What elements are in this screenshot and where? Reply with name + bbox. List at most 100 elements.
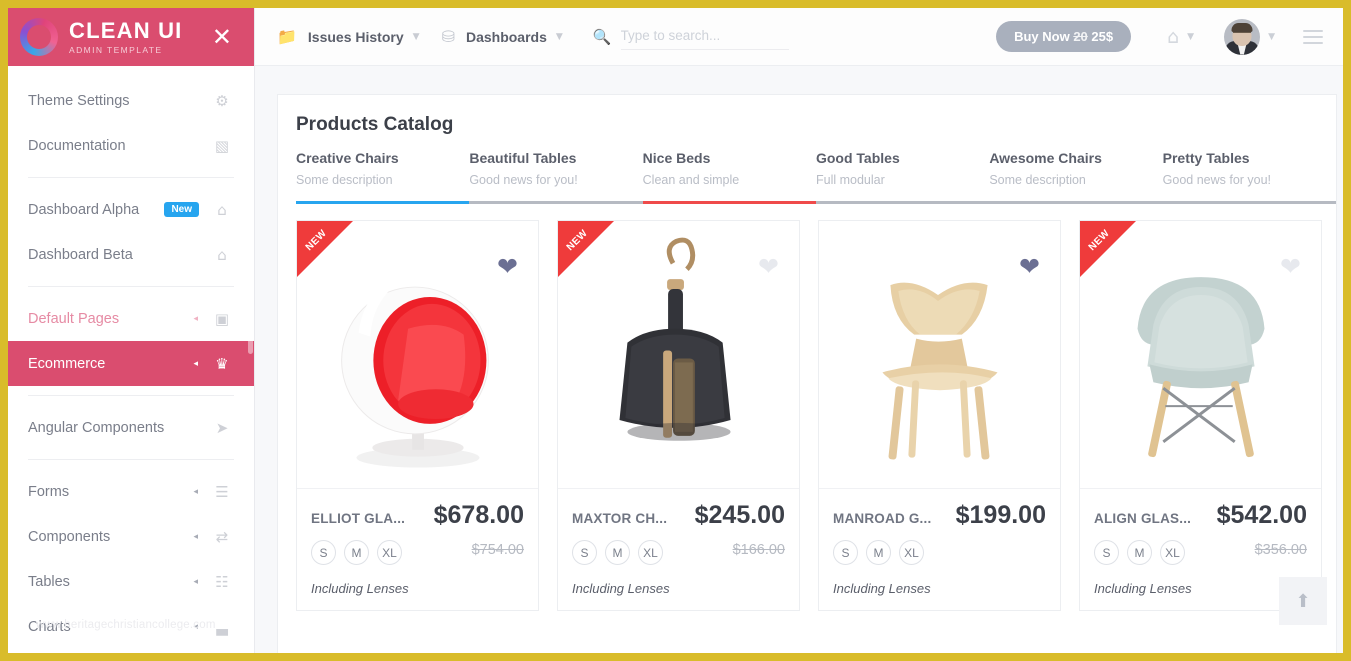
- favorite-heart-icon[interactable]: ❤: [497, 254, 518, 279]
- product-card[interactable]: ❤ MANROAD G... $199.00 S M XL Including Lenses: [818, 220, 1061, 611]
- chevron-left-icon: ◂: [193, 576, 198, 587]
- chevron-left-icon: ◂: [193, 531, 198, 542]
- size-chip[interactable]: XL: [899, 540, 924, 565]
- folder-icon: 📁: [277, 27, 297, 46]
- sidebar-item-label: Dashboard Alpha: [28, 201, 140, 218]
- product-image-area: NEW ❤: [297, 221, 538, 489]
- product-price: $245.00: [694, 501, 785, 529]
- size-chip[interactable]: M: [866, 540, 891, 565]
- product-image-area: NEW ❤: [558, 221, 799, 489]
- database-icon: ⛁: [441, 27, 455, 46]
- sidebar-item-dashboard-alpha[interactable]: Dashboard Alpha New ⌂: [8, 187, 254, 232]
- tab-label: Nice Beds: [642, 150, 711, 166]
- watermark: www.heritagechristiancollege.com: [36, 619, 216, 631]
- search-icon: 🔍: [592, 27, 612, 46]
- tab-beautiful-tables[interactable]: Beautiful Tables Good news for you!: [469, 150, 643, 204]
- sidebar-separator: [28, 395, 234, 396]
- size-chip[interactable]: S: [572, 540, 597, 565]
- chevron-left-icon: ◂: [193, 313, 198, 324]
- sidebar-item-icon: ▧: [214, 136, 230, 155]
- size-chip[interactable]: XL: [638, 540, 663, 565]
- sidebar-item-tables[interactable]: Tables ◂ ☷: [8, 559, 254, 604]
- chevron-left-icon: ◂: [193, 358, 198, 369]
- home-menu[interactable]: ⌂ ▼: [1167, 26, 1194, 48]
- tab-description: Clean and simple: [642, 173, 740, 187]
- tab-nice-beds[interactable]: Nice Beds Clean and simple: [642, 150, 816, 204]
- size-chip[interactable]: S: [833, 540, 858, 565]
- product-image-area: ❤: [819, 221, 1060, 489]
- sidebar-item-label: Theme Settings: [28, 92, 130, 109]
- sidebar-item-icon: ⌂: [217, 200, 227, 219]
- top-nav-dashboards[interactable]: ⛁ Dashboards ▼: [442, 27, 563, 46]
- product-price: $678.00: [433, 501, 524, 529]
- app-frame: CLEAN UI ADMIN TEMPLATE ✕ Theme Settings…: [8, 8, 1343, 653]
- tab-label: Beautiful Tables: [469, 150, 577, 166]
- chevron-down-icon: ▼: [1187, 31, 1195, 42]
- size-options: S M XL: [1094, 540, 1214, 565]
- size-chip[interactable]: M: [605, 540, 630, 565]
- home-icon: ⌂: [1167, 25, 1180, 48]
- hamburger-icon[interactable]: [1303, 29, 1323, 44]
- sidebar-item-default-pages[interactable]: Default Pages ◂ ▣: [8, 296, 254, 341]
- sidebar-separator: [28, 459, 234, 460]
- sidebar-item-label: Components: [28, 528, 111, 545]
- chevron-down-icon[interactable]: ▼: [1268, 32, 1275, 42]
- size-chip[interactable]: M: [1127, 540, 1152, 565]
- sidebar-item-ecommerce[interactable]: Ecommerce ◂ ♛: [8, 341, 254, 386]
- size-chip[interactable]: XL: [377, 540, 402, 565]
- tab-creative-chairs[interactable]: Creative Chairs Some description: [296, 150, 470, 204]
- tab-pretty-tables[interactable]: Pretty Tables Good news for you!: [1162, 150, 1336, 204]
- product-old-price: $754.00: [471, 542, 524, 558]
- tab-bar: Creative Chairs Some description Beautiful…: [278, 150, 1336, 204]
- products-panel: Products Catalog Creative Chairs Some des…: [277, 94, 1337, 653]
- sidebar-item-documentation[interactable]: Documentation ▧: [8, 123, 254, 168]
- size-chip[interactable]: XL: [1160, 540, 1185, 565]
- sidebar-item-dashboard-beta[interactable]: Dashboard Beta ⌂: [8, 232, 254, 277]
- page-title: Products Catalog: [296, 114, 454, 135]
- favorite-heart-icon[interactable]: ❤: [758, 254, 779, 279]
- product-old-price: $166.00: [732, 542, 785, 558]
- sidebar-item-label: Angular Components: [28, 419, 165, 436]
- product-card[interactable]: NEW ❤ MAXTOR CH... $245.00 S M XL $166.00 Includ…: [557, 220, 800, 611]
- size-chip[interactable]: M: [344, 540, 369, 565]
- buy-now-button[interactable]: Buy Now 20 25$: [996, 21, 1132, 52]
- sidebar-item-angular-components[interactable]: Angular Components ➤: [8, 405, 254, 450]
- favorite-heart-icon[interactable]: ❤: [1280, 254, 1301, 279]
- sidebar-item-components[interactable]: Components ◂ ⇄: [8, 514, 254, 559]
- product-card[interactable]: NEW ❤ ALIGN GLAS... $542.00 S M XL $356.00 Inclu…: [1079, 220, 1322, 611]
- product-card[interactable]: NEW ❤ ELLIOT GLA... $678.00 S M XL $754.00 Inclu…: [296, 220, 539, 611]
- scroll-to-top-button[interactable]: ⬆: [1279, 577, 1327, 625]
- size-chip[interactable]: S: [311, 540, 336, 565]
- sidebar-scrollbar[interactable]: [248, 304, 253, 354]
- size-chip[interactable]: S: [1094, 540, 1119, 565]
- tab-awesome-chairs[interactable]: Awesome Chairs Some description: [989, 150, 1163, 204]
- product-name: ALIGN GLAS...: [1094, 511, 1192, 526]
- sidebar-separator: [28, 177, 234, 178]
- product-name: ELLIOT GLA...: [311, 511, 406, 526]
- sidebar-item-icon: ▣: [214, 309, 230, 328]
- brand-subtitle: ADMIN TEMPLATE: [69, 44, 163, 55]
- close-icon[interactable]: ✕: [212, 25, 232, 49]
- top-nav-label: Dashboards: [465, 28, 547, 45]
- sidebar-item-label: Forms: [28, 483, 70, 500]
- product-price: $542.00: [1216, 501, 1307, 529]
- avatar[interactable]: [1224, 18, 1261, 55]
- sidebar-item-label: Tables: [28, 573, 70, 590]
- tab-description: Good news for you!: [469, 173, 578, 187]
- top-nav-issues-history[interactable]: 📁 Issues History ▼: [277, 27, 420, 46]
- tab-good-tables[interactable]: Good Tables Full modular: [815, 150, 990, 204]
- tab-description: Full modular: [815, 173, 885, 187]
- product-old-price: $356.00: [1254, 542, 1307, 558]
- product-note: Including Lenses: [311, 581, 409, 596]
- favorite-heart-icon[interactable]: ❤: [1019, 254, 1040, 279]
- product-note: Including Lenses: [572, 581, 670, 596]
- brand-title: CLEAN UI: [69, 17, 183, 43]
- sidebar-item-icon: ⇄: [215, 527, 229, 546]
- sidebar-item-forms[interactable]: Forms ◂ ☰: [8, 469, 254, 514]
- sidebar-item-label: Documentation: [28, 137, 126, 154]
- buy-old-price: 20: [1073, 29, 1088, 44]
- search-input[interactable]: [620, 23, 789, 50]
- tab-description: Some description: [989, 173, 1086, 187]
- sidebar-item-theme-settings[interactable]: Theme Settings ⚙: [8, 78, 254, 123]
- sidebar: CLEAN UI ADMIN TEMPLATE ✕ Theme Settings…: [8, 8, 255, 653]
